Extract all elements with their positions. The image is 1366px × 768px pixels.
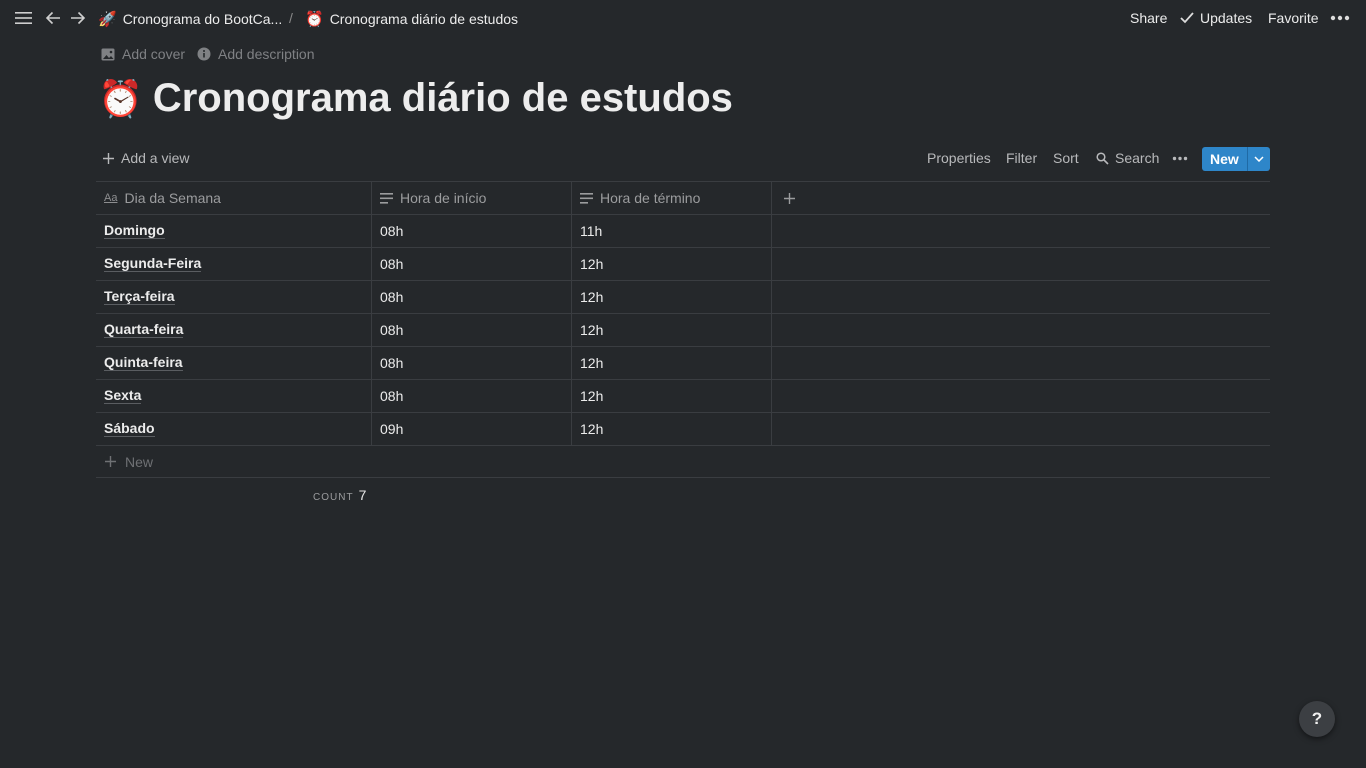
breadcrumb-parent-label: Cronograma do BootCa...	[122, 11, 283, 27]
plus-icon	[784, 192, 795, 204]
breadcrumb-parent[interactable]: 🚀 Cronograma do BootCa...	[98, 10, 282, 28]
new-row-button[interactable]: New	[96, 446, 1270, 478]
page-title-text: Cronograma diário de estudos	[152, 76, 733, 120]
start-time-cell[interactable]: 08h	[372, 281, 572, 313]
add-view-button[interactable]: Add a view	[102, 150, 189, 166]
table-row[interactable]: Terça-feira 08h 12h	[96, 281, 1270, 314]
plus-icon	[103, 152, 114, 164]
add-property-button[interactable]	[772, 182, 1270, 214]
table-row[interactable]: Quinta-feira 08h 12h	[96, 347, 1270, 380]
day-cell[interactable]: Domingo	[96, 215, 372, 247]
more-options-icon[interactable]	[1330, 15, 1350, 21]
day-cell[interactable]: Quinta-feira	[96, 347, 372, 379]
filter-button[interactable]: Filter	[1006, 150, 1037, 166]
table-row[interactable]: Domingo 08h 11h	[96, 215, 1270, 248]
end-time-cell[interactable]: 12h	[572, 413, 772, 445]
add-view-label: Add a view	[121, 150, 190, 166]
count-calculation[interactable]: COUNT 7	[313, 487, 366, 503]
day-cell[interactable]: Quarta-feira	[96, 314, 372, 346]
column-header-dia-da-semana[interactable]: Aa Dia da Semana	[96, 182, 372, 214]
text-property-icon: Aa	[104, 192, 118, 204]
table-header: Aa Dia da Semana Hora de início Hora de …	[96, 181, 1270, 215]
properties-button[interactable]: Properties	[927, 150, 991, 166]
start-time-cell[interactable]: 08h	[372, 248, 572, 280]
table-row[interactable]: Quarta-feira 08h 12h	[96, 314, 1270, 347]
day-cell[interactable]: Sexta	[96, 380, 372, 412]
table-row[interactable]: Sábado 09h 12h	[96, 413, 1270, 446]
empty-cell	[772, 314, 1270, 346]
check-icon	[1180, 12, 1194, 24]
search-button[interactable]: Search	[1096, 150, 1159, 166]
updates-button[interactable]: Updates	[1180, 10, 1252, 26]
top-bar: 🚀 Cronograma do BootCa... / ⏰ Cronograma…	[0, 0, 1366, 38]
sidebar-menu-icon[interactable]	[15, 10, 33, 26]
lines-property-icon	[380, 192, 393, 204]
column-header-label: Hora de término	[600, 190, 701, 206]
day-cell[interactable]: Terça-feira	[96, 281, 372, 313]
info-icon	[197, 47, 211, 61]
start-time-cell[interactable]: 09h	[372, 413, 572, 445]
favorite-button[interactable]: Favorite	[1268, 10, 1319, 26]
day-cell[interactable]: Sábado	[96, 413, 372, 445]
database-table: Aa Dia da Semana Hora de início Hora de …	[96, 181, 1270, 478]
alarm-clock-icon: ⏰	[305, 11, 324, 28]
help-button[interactable]: ?	[1299, 701, 1335, 737]
table-row[interactable]: Sexta 08h 12h	[96, 380, 1270, 413]
lines-property-icon	[580, 192, 593, 204]
start-time-cell[interactable]: 08h	[372, 215, 572, 247]
breadcrumb-current[interactable]: ⏰ Cronograma diário de estudos	[305, 10, 518, 28]
new-row-label: New	[125, 453, 154, 470]
end-time-cell[interactable]: 12h	[572, 380, 772, 412]
add-cover-label: Add cover	[122, 46, 186, 62]
chevron-down-icon[interactable]	[1247, 147, 1270, 171]
breadcrumb-separator: /	[289, 10, 293, 26]
empty-cell	[772, 380, 1270, 412]
table-row[interactable]: Segunda-Feira 08h 12h	[96, 248, 1270, 281]
new-button[interactable]: New	[1202, 147, 1270, 171]
column-header-label: Dia da Semana	[124, 190, 221, 206]
empty-cell	[772, 347, 1270, 379]
image-icon	[101, 48, 115, 60]
empty-cell	[772, 248, 1270, 280]
start-time-cell[interactable]: 08h	[372, 314, 572, 346]
add-cover-button[interactable]: Add cover	[101, 46, 185, 62]
forward-arrow-icon[interactable]	[69, 10, 86, 26]
rocket-icon: 🚀	[98, 11, 117, 28]
share-button[interactable]: Share	[1130, 10, 1167, 26]
column-header-hora-de-inicio[interactable]: Hora de início	[372, 182, 572, 214]
alarm-clock-icon: ⏰	[98, 77, 143, 119]
start-time-cell[interactable]: 08h	[372, 380, 572, 412]
count-label: COUNT	[313, 492, 354, 503]
count-value: 7	[358, 487, 367, 503]
end-time-cell[interactable]: 12h	[572, 347, 772, 379]
empty-cell	[772, 413, 1270, 445]
column-header-label: Hora de início	[400, 190, 487, 206]
add-description-button[interactable]: Add description	[197, 46, 315, 62]
search-label: Search	[1115, 150, 1160, 166]
new-button-label: New	[1210, 151, 1239, 167]
view-more-options-icon[interactable]	[1172, 156, 1188, 161]
end-time-cell[interactable]: 12h	[572, 248, 772, 280]
end-time-cell[interactable]: 12h	[572, 281, 772, 313]
updates-label: Updates	[1200, 10, 1253, 26]
plus-icon	[105, 456, 116, 467]
back-arrow-icon[interactable]	[45, 10, 62, 26]
column-header-hora-de-termino[interactable]: Hora de término	[572, 182, 772, 214]
search-icon	[1096, 151, 1109, 165]
end-time-cell[interactable]: 11h	[572, 215, 772, 247]
start-time-cell[interactable]: 08h	[372, 347, 572, 379]
day-cell[interactable]: Segunda-Feira	[96, 248, 372, 280]
page-title[interactable]: ⏰ Cronograma diário de estudos	[98, 76, 733, 121]
sort-button[interactable]: Sort	[1053, 150, 1079, 166]
end-time-cell[interactable]: 12h	[572, 314, 772, 346]
empty-cell	[772, 215, 1270, 247]
add-description-label: Add description	[218, 46, 315, 62]
breadcrumb-current-label: Cronograma diário de estudos	[329, 11, 519, 27]
empty-cell	[772, 281, 1270, 313]
